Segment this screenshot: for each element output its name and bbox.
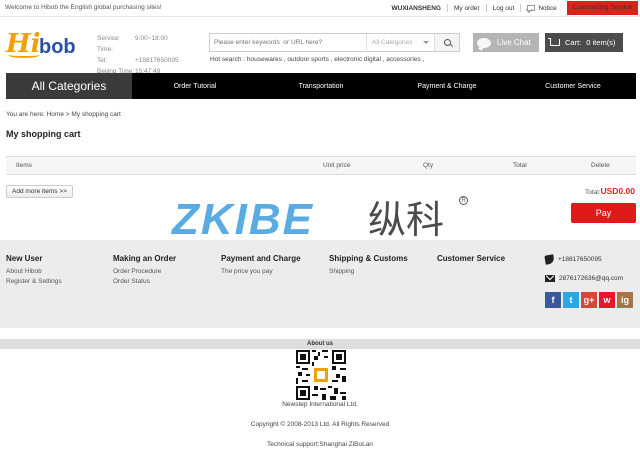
search-bar: All Categories (209, 33, 460, 52)
footer-col-title: New User (6, 254, 43, 263)
footer-col-title: Customer Service (437, 254, 506, 263)
total-label: Total: (584, 189, 601, 196)
footer-link[interactable]: Order Status (113, 277, 176, 287)
service-info: Service Time: 9:00~18:00 Tel: +18817650095… (97, 33, 179, 77)
category-select[interactable]: All Categories (366, 34, 434, 51)
main-nav: All Categories Order Tutorial Transporta… (6, 73, 636, 99)
welcome-text: Welcome to Hibob the English global purc… (5, 4, 162, 11)
add-more-items-button[interactable]: Add more items >> (6, 185, 73, 198)
nav-transportation[interactable]: Transportation (258, 73, 384, 99)
footer-link[interactable]: Shipping (329, 267, 408, 277)
top-bar: Welcome to Hibob the English global purc… (0, 0, 640, 17)
footer-col-new-user: New User About Hibob Register & Settings (6, 254, 62, 287)
logo-bob: bob (39, 36, 76, 58)
footer-col-title: Payment and Charge (221, 254, 301, 263)
page-title: My shopping cart (6, 129, 81, 139)
tel-label: Tel: (97, 57, 108, 64)
search-icon (443, 39, 451, 46)
chevron-down-icon (423, 41, 429, 44)
footer-col-payment: Payment and Charge The price you pay (221, 254, 301, 277)
twitter-icon[interactable]: t (563, 292, 579, 308)
col-total: Total (513, 162, 527, 169)
footer-email[interactable]: 2876172636@qq.com (559, 275, 623, 282)
company-name: Newstep International Ltd. (282, 401, 358, 408)
footer-phone: +18817650095 (558, 256, 602, 263)
total-amount: USD0.00 (600, 186, 636, 196)
footer-col-title: Making an Order (113, 254, 177, 263)
notice-link[interactable]: Notice (521, 5, 562, 12)
pay-button[interactable]: Pay (571, 203, 636, 223)
my-order-link[interactable]: My order (448, 5, 486, 12)
top-links: WUXIANSHENG My order Log out Notice Cust… (385, 0, 640, 16)
footer-col-title: Shipping & Customs (329, 254, 408, 263)
footer-link[interactable]: The price you pay (221, 267, 301, 277)
footer-col-shipping: Shipping & Customs Shipping (329, 254, 408, 277)
watermark-cn: 纵科 (368, 198, 445, 242)
search-input[interactable] (210, 34, 366, 51)
site-logo[interactable]: Hi bob (6, 30, 86, 62)
logo-swoosh-icon (8, 52, 40, 58)
notice-label: Notice (538, 4, 557, 12)
google-plus-icon[interactable]: g+ (581, 292, 597, 308)
watermark-brand: ZKIBE (172, 195, 314, 244)
envelope-icon (545, 275, 555, 282)
phone-icon (544, 254, 555, 265)
cart-table-header: Items Unit price Qty Total Delete (6, 156, 636, 175)
col-delete: Delete (591, 162, 610, 169)
col-qty: Qty (423, 162, 434, 169)
username-link[interactable]: WUXIANSHENG (385, 5, 446, 12)
about-us-bar[interactable]: About us (0, 339, 640, 349)
cart-button[interactable]: Cart: 0 item(s) (545, 33, 623, 52)
footer-col-customer-service: Customer Service (437, 254, 505, 267)
all-categories-menu[interactable]: All Categories (6, 73, 132, 99)
footer-link[interactable]: Register & Settings (6, 277, 62, 287)
nav-payment-charge[interactable]: Payment & Charge (384, 73, 510, 99)
logout-link[interactable]: Log out (487, 5, 521, 12)
customizing-service-button[interactable]: Customizing Service (566, 1, 638, 15)
facebook-icon[interactable]: f (545, 292, 561, 308)
copyright: Copyright © 2008-2013 Ltd. All Rights Re… (250, 421, 390, 428)
service-time-label: Service Time: (97, 35, 119, 53)
mail-icon (527, 5, 536, 11)
weibo-icon[interactable]: w (599, 292, 615, 308)
technical-support: Technical support:Shanghai ZiBoLan (267, 441, 373, 448)
tel-value: +18817650095 (135, 57, 179, 64)
service-time-value: 9:00~18:00 (135, 35, 168, 42)
qr-code-icon (296, 350, 346, 400)
footer-col-making-order: Making an Order Order Procedure Order St… (113, 254, 176, 287)
social-links: f t g+ w ig (545, 292, 633, 308)
cart-total: Total:USD0.00 (585, 186, 635, 196)
cart-count: 0 item(s) (586, 38, 616, 47)
cart-icon (548, 38, 560, 46)
footer-contact: +18817650095 2876172636@qq.com f t g+ w … (544, 254, 633, 308)
hot-search[interactable]: Hot search : housewares , outdoor sports… (210, 56, 424, 63)
footer-link[interactable]: About Hibob (6, 267, 62, 277)
col-unit-price: Unit price (323, 162, 351, 169)
registered-icon: R (459, 196, 468, 205)
footer: New User About Hibob Register & Settings… (0, 240, 640, 328)
chat-bubble-icon (477, 37, 491, 48)
footer-link[interactable]: Order Procedure (113, 267, 176, 277)
cart-label: Cart: (565, 38, 582, 47)
col-items: Items (16, 162, 32, 169)
nav-customer-service[interactable]: Customer Service (510, 73, 636, 99)
nav-order-tutorial[interactable]: Order Tutorial (132, 73, 258, 99)
live-chat-label: Live Chat (497, 38, 531, 47)
instagram-icon[interactable]: ig (617, 292, 633, 308)
category-select-value: All Categories (372, 39, 413, 46)
live-chat-button[interactable]: Live Chat (473, 33, 539, 52)
breadcrumb: You are here: Home > My shopping cart (6, 111, 121, 118)
search-button[interactable] (434, 34, 459, 51)
